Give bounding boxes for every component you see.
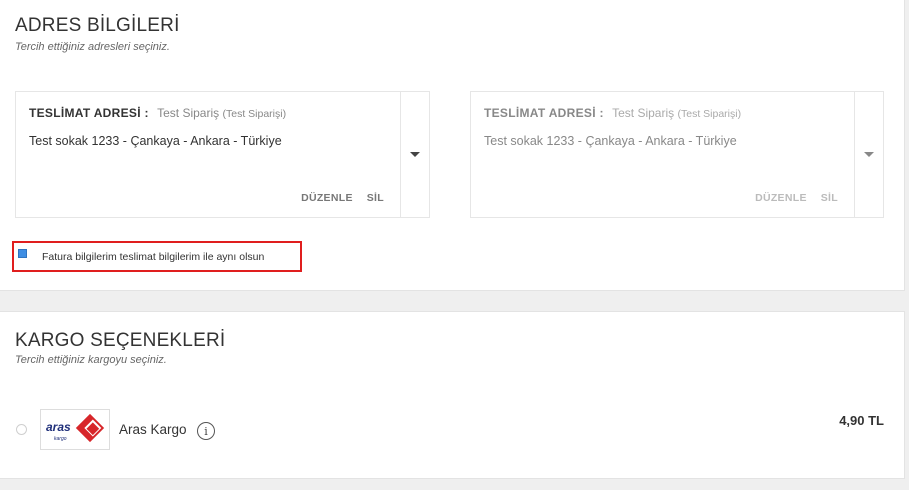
delivery-edit-button[interactable]: DÜZENLE [301,192,353,204]
billing-address-alias: (Test Siparişi) [677,108,742,120]
aras-logo-tagline: kargo [54,436,67,442]
cargo-option-radio[interactable] [16,424,27,435]
address-section-title: ADRES BİLGİLERİ [15,15,180,36]
address-section-subtitle: Tercih ettiğiniz adresleri seçiniz. [15,41,170,53]
billing-edit-button[interactable]: DÜZENLE [755,192,807,204]
same-billing-label: Fatura bilgilerim teslimat bilgilerim il… [42,250,265,263]
delivery-address-actions: DÜZENLE SİL [301,192,384,204]
billing-address-card[interactable]: TESLİMAT ADRESİ : Test Sipariş (Test Sip… [470,91,884,218]
billing-address-line: Test sokak 1233 - Çankaya - Ankara - Tür… [484,134,737,148]
billing-address-name: Test Sipariş [612,106,675,120]
cargo-section-title: KARGO SEÇENEKLERİ [15,330,226,351]
delivery-address-line: Test sokak 1233 - Çankaya - Ankara - Tür… [29,134,282,148]
cargo-section-subtitle: Tercih ettiğiniz kargoyu seçiniz. [15,354,167,366]
delivery-address-dropdown[interactable] [400,92,429,217]
billing-delete-button[interactable]: SİL [821,192,838,204]
checkbox-checked-icon[interactable] [18,249,27,258]
billing-address-body: TESLİMAT ADRESİ : Test Sipariş (Test Sip… [471,92,854,217]
billing-address-dropdown[interactable] [854,92,883,217]
caret-down-icon [410,152,420,157]
delivery-address-alias: (Test Siparişi) [222,108,287,120]
same-billing-checkbox[interactable]: Fatura bilgilerim teslimat bilgilerim il… [12,241,302,272]
caret-down-icon [864,152,874,157]
aras-logo-wordmark: aras [46,420,71,434]
aras-kargo-logo: aras kargo [40,409,110,450]
address-panel: ADRES BİLGİLERİ Tercih ettiğiniz adresle… [0,0,905,291]
billing-address-actions: DÜZENLE SİL [755,192,838,204]
delivery-address-name: Test Sipariş [157,106,220,120]
cargo-option-name: Aras Kargo [119,422,187,437]
cargo-option-price: 4,90 TL [839,413,884,428]
delivery-address-label: TESLİMAT ADRESİ : [29,106,149,120]
delivery-address-header: TESLİMAT ADRESİ : Test Sipariş (Test Sip… [29,106,286,120]
billing-address-label: TESLİMAT ADRESİ : [484,106,604,120]
delivery-address-body: TESLİMAT ADRESİ : Test Sipariş (Test Sip… [16,92,400,217]
billing-address-header: TESLİMAT ADRESİ : Test Sipariş (Test Sip… [484,106,741,120]
delivery-delete-button[interactable]: SİL [367,192,384,204]
info-icon[interactable]: i [197,422,215,440]
delivery-address-card[interactable]: TESLİMAT ADRESİ : Test Sipariş (Test Sip… [15,91,430,218]
